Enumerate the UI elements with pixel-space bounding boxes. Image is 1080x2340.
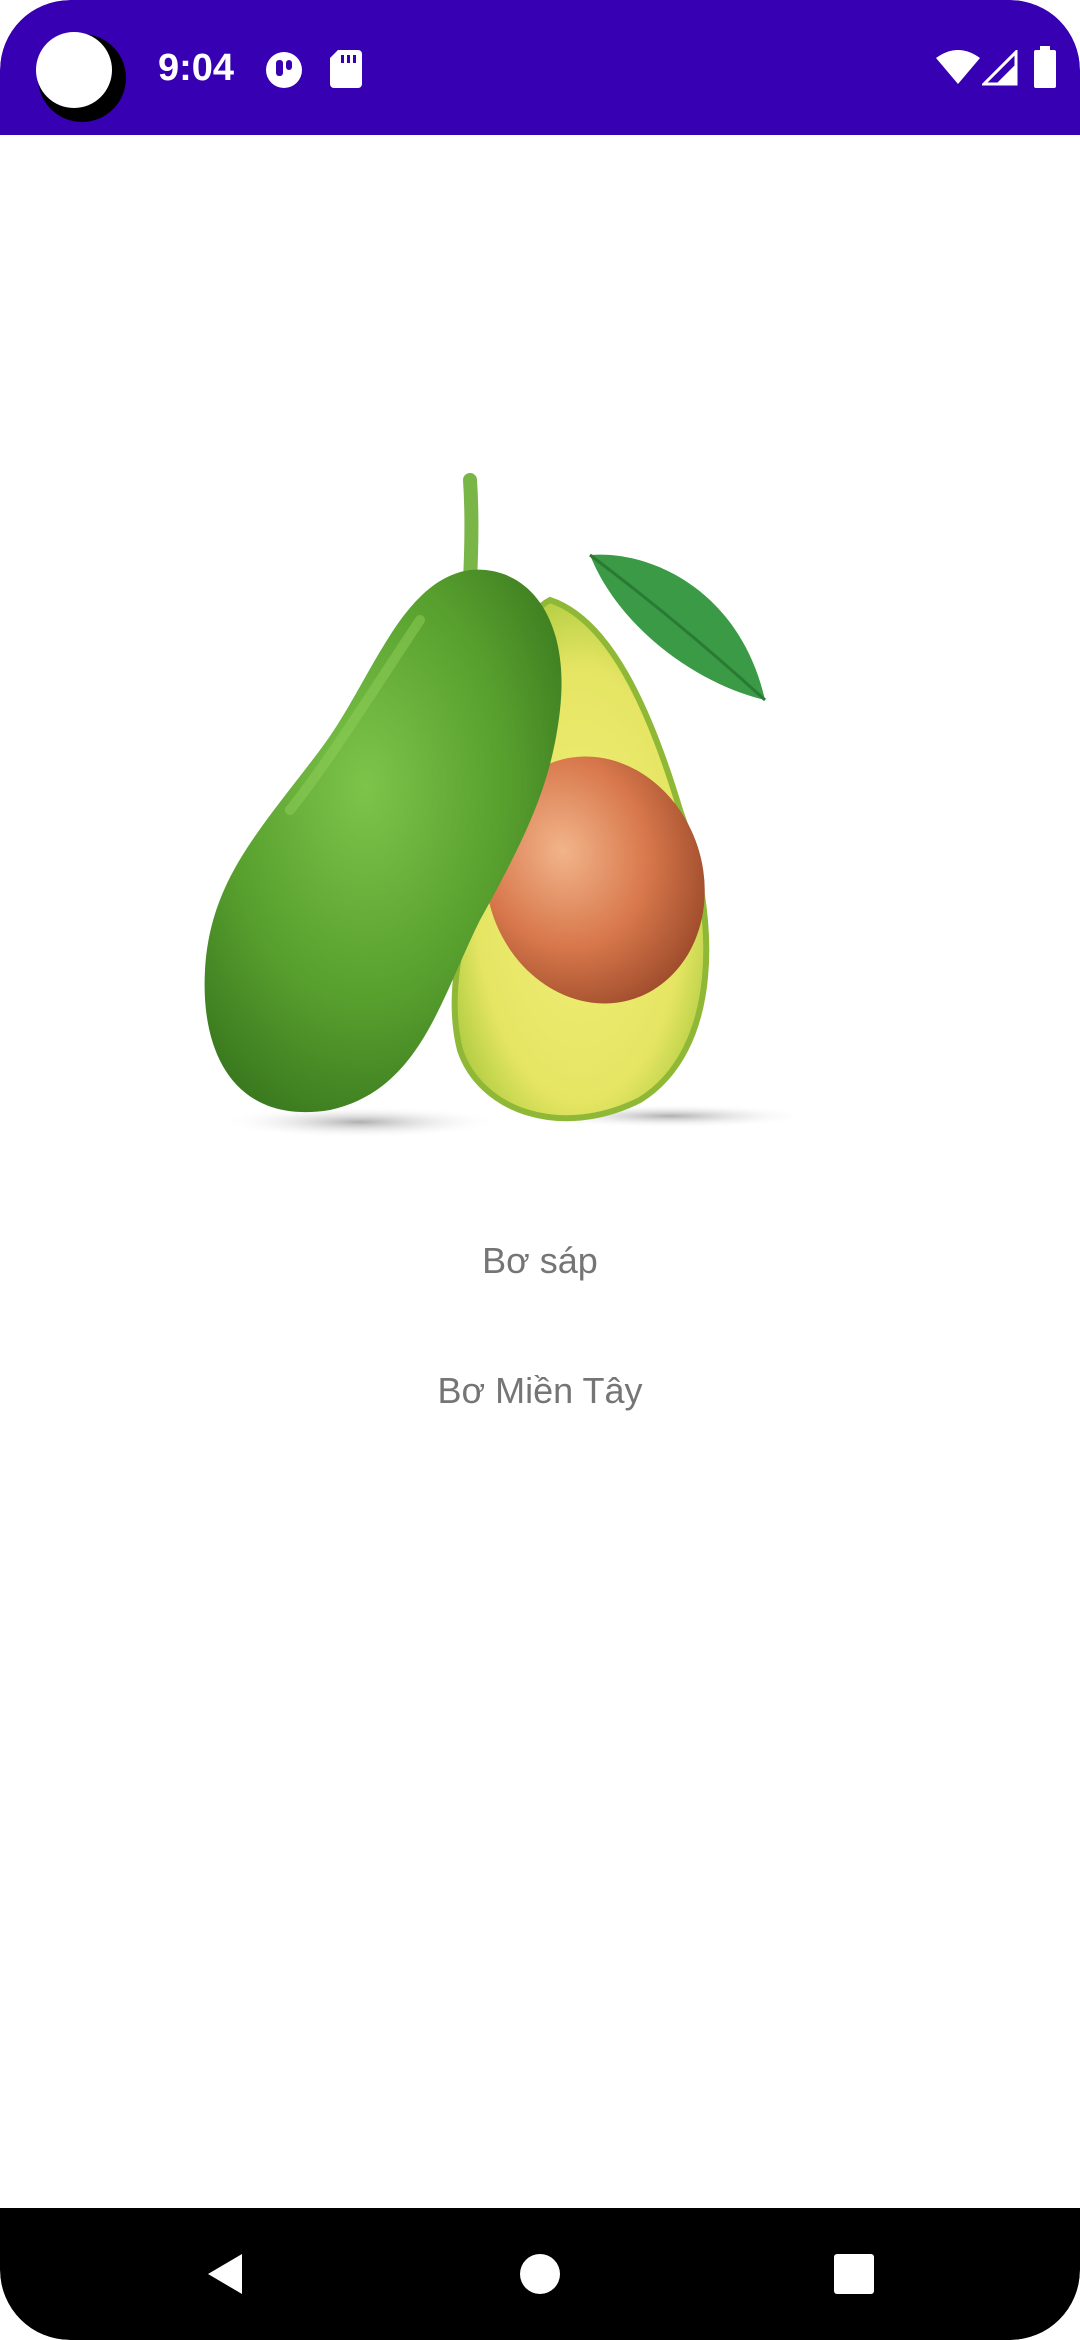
camera-cutout <box>36 32 112 108</box>
recents-icon[interactable] <box>830 2250 878 2298</box>
wifi-icon <box>936 50 980 84</box>
notification-app-icon <box>266 52 302 88</box>
avocado-image <box>204 473 810 1138</box>
battery-icon <box>1034 46 1056 88</box>
status-bar: 9:04 <box>0 0 1080 135</box>
status-time: 9:04 <box>158 47 235 89</box>
home-icon[interactable] <box>516 2250 564 2298</box>
navigation-bar <box>0 2208 1080 2340</box>
sd-card-icon <box>330 50 362 88</box>
cellular-signal-icon <box>982 50 1018 86</box>
back-icon[interactable] <box>202 2250 250 2298</box>
list-item[interactable]: Bơ sáp <box>0 1237 1080 1285</box>
list-item[interactable]: Bơ Miền Tây <box>0 1367 1080 1415</box>
app-screen: 9:04 Bơ sáp Bơ Miền Tây <box>0 0 1080 2340</box>
